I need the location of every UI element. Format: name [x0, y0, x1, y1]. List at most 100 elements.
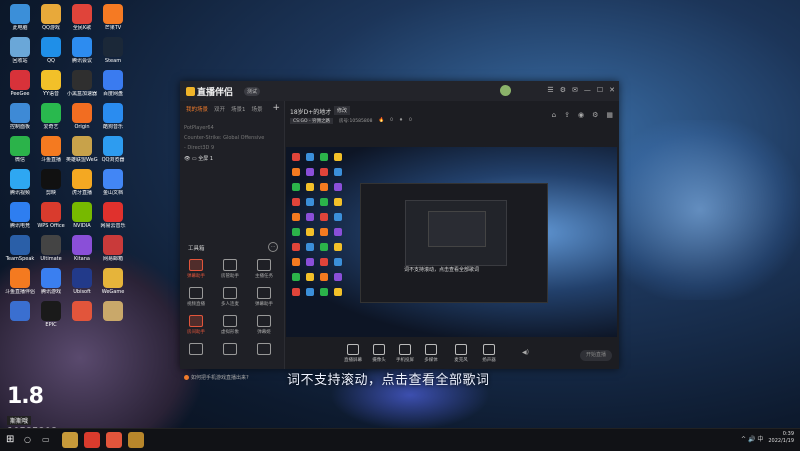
more-icon[interactable]: ▦: [606, 111, 613, 119]
edit-room-button[interactable]: 修改: [334, 106, 351, 115]
desktop-icon[interactable]: Kitana: [66, 235, 98, 262]
desktop-icon[interactable]: 腾讯会议: [66, 37, 98, 64]
desktop-icon[interactable]: 此电脑: [4, 4, 36, 31]
toolbox-item[interactable]: 弹幕姬: [252, 315, 276, 335]
speaker-volume-icon[interactable]: ◀): [522, 349, 529, 356]
desktop-icon[interactable]: 金山文档: [97, 169, 129, 196]
toolbox-item[interactable]: 虚拟形象: [218, 315, 242, 335]
toolbox-more-button[interactable]: ···: [268, 242, 278, 252]
control-5[interactable]: 麦克风: [448, 344, 474, 363]
version-badge[interactable]: 测试: [244, 87, 261, 96]
add-scene-button[interactable]: +: [272, 103, 280, 113]
desktop-icon[interactable]: 虎牙直播: [66, 169, 98, 196]
desktop-icon[interactable]: [97, 301, 129, 322]
desktop-icon[interactable]: WeGame: [97, 268, 129, 295]
task-view-icon[interactable]: ▭: [42, 435, 50, 444]
scene-tab[interactable]: 场景: [252, 105, 263, 113]
desktop-icon[interactable]: 全民K歌: [66, 4, 98, 31]
control-3[interactable]: 手机投屏: [392, 344, 418, 363]
clock[interactable]: 0:39 2022/1/19: [768, 431, 794, 445]
desktop-icon[interactable]: [66, 301, 98, 322]
desktop-icon[interactable]: 剪映: [35, 169, 67, 196]
desktop-icon[interactable]: TeamSpeak: [4, 235, 36, 262]
control-6[interactable]: 扬声器: [476, 344, 502, 363]
taskbar-app[interactable]: [84, 432, 100, 448]
settings-icon[interactable]: ⚙: [592, 111, 598, 119]
toolbox-item[interactable]: 弹幕助手: [252, 287, 276, 307]
desktop-icon[interactable]: 芒果TV: [97, 4, 129, 31]
taskbar-app[interactable]: [62, 432, 78, 448]
desktop-icon[interactable]: EPIC: [35, 301, 67, 328]
desktop-icon[interactable]: WPS Office: [35, 202, 67, 229]
source-item[interactable]: 👁 ▭ 全屏 1: [184, 155, 213, 162]
desktop-icon[interactable]: NVIDIA: [66, 202, 98, 229]
desktop-icon[interactable]: 腾讯电竞: [4, 202, 36, 229]
toolbox-item[interactable]: 房管助手: [218, 259, 242, 279]
toolbox-item[interactable]: [184, 343, 208, 357]
share-icon[interactable]: ⇪: [564, 111, 570, 119]
desktop-icon[interactable]: [4, 301, 36, 322]
desktop-icon-label: Ultimate: [40, 256, 62, 262]
desktop-icon[interactable]: 微信: [4, 136, 36, 163]
stream-preview[interactable]: 词不支持滚动，点击查看全部歌词: [286, 147, 617, 337]
desktop-icon[interactable]: Origin: [66, 103, 98, 130]
start-live-button[interactable]: 开始直播: [580, 350, 612, 361]
settings-icon[interactable]: ⚙: [560, 86, 566, 95]
scene-tab[interactable]: 双开: [214, 105, 225, 113]
control-1[interactable]: 直播屏幕: [340, 344, 366, 363]
source-item[interactable]: - Direct3D 9: [184, 145, 214, 151]
scene-tab[interactable]: 场景1: [231, 105, 246, 113]
desktop-icon[interactable]: 网易云音乐: [97, 202, 129, 229]
toolbox-item[interactable]: 多人连麦: [218, 287, 242, 307]
desktop-icon[interactable]: 腾讯视频: [4, 169, 36, 196]
desktop-icon[interactable]: Ubisoft: [66, 268, 98, 295]
minimize-button[interactable]: —: [584, 86, 591, 95]
control-2[interactable]: 摄像头: [366, 344, 392, 363]
start-button[interactable]: ⊞: [6, 434, 14, 445]
search-icon[interactable]: ○: [24, 435, 31, 444]
desktop-icon[interactable]: Steam: [97, 37, 129, 64]
desktop-icon[interactable]: 英雄联盟WeGame: [66, 136, 98, 163]
source-item[interactable]: PotPlayer64: [184, 125, 214, 131]
record-icon[interactable]: ◉: [578, 111, 584, 119]
desktop-icon[interactable]: PeeGee: [4, 70, 36, 97]
message-icon[interactable]: ✉: [572, 86, 578, 95]
shop-icon[interactable]: ⌂: [552, 111, 556, 119]
toolbox-item[interactable]: [218, 343, 242, 357]
control-4[interactable]: 多媒体: [418, 344, 444, 363]
desktop-icon[interactable]: 小黑盒加速器: [66, 70, 98, 97]
user-avatar[interactable]: [500, 85, 511, 96]
window-titlebar[interactable]: 直播伴侣 测试 ☰ ⚙ ✉ — ☐ ✕: [180, 81, 619, 101]
desktop-icon[interactable]: QQ浏览器: [97, 136, 129, 163]
desktop-icon[interactable]: 回收站: [4, 37, 36, 64]
toolbox-item[interactable]: [252, 343, 276, 357]
help-tip[interactable]: 如何把手机游戏直播出来?: [184, 374, 249, 381]
toolbox-item[interactable]: 主播任务: [252, 259, 276, 279]
desktop-icon[interactable]: 控制面板: [4, 103, 36, 130]
room-category[interactable]: CS:GO - 穷佣之路: [290, 118, 334, 124]
desktop-icon[interactable]: 网易邮箱: [97, 235, 129, 262]
toolbox-item[interactable]: 弹幕助手: [184, 259, 208, 279]
desktop-icon[interactable]: QQ: [35, 37, 67, 64]
scene-tab[interactable]: 我的场景: [186, 105, 208, 113]
desktop-icon[interactable]: 斗鱼直播伴侣: [4, 268, 36, 295]
source-item[interactable]: Counter-Strike: Global Offensive: [184, 135, 264, 141]
desktop-icon[interactable]: QQ游戏: [35, 4, 67, 31]
taskbar-app[interactable]: [128, 432, 144, 448]
tray-icons[interactable]: ^ 🔊 中: [741, 434, 763, 443]
desktop-icon[interactable]: 爱奇艺: [35, 103, 67, 130]
toolbox-item[interactable]: 视频直播: [184, 287, 208, 307]
room-title[interactable]: 18岁D+的地才: [290, 107, 331, 116]
desktop-icon[interactable]: 百度网盘: [97, 70, 129, 97]
maximize-button[interactable]: ☐: [597, 86, 603, 95]
menu-icon[interactable]: ☰: [547, 86, 553, 95]
desktop-icon[interactable]: Ultimate: [35, 235, 67, 262]
desktop-icon[interactable]: 斗鱼直播: [35, 136, 67, 163]
preview-desktop-icon: [292, 243, 300, 251]
desktop-icon[interactable]: 酷狗音乐: [97, 103, 129, 130]
toolbox-item[interactable]: 房间助手: [184, 315, 208, 335]
desktop-icon[interactable]: 腾讯游戏: [35, 268, 67, 295]
desktop-icon[interactable]: YY语音: [35, 70, 67, 97]
close-button[interactable]: ✕: [609, 86, 615, 95]
taskbar-app[interactable]: [106, 432, 122, 448]
